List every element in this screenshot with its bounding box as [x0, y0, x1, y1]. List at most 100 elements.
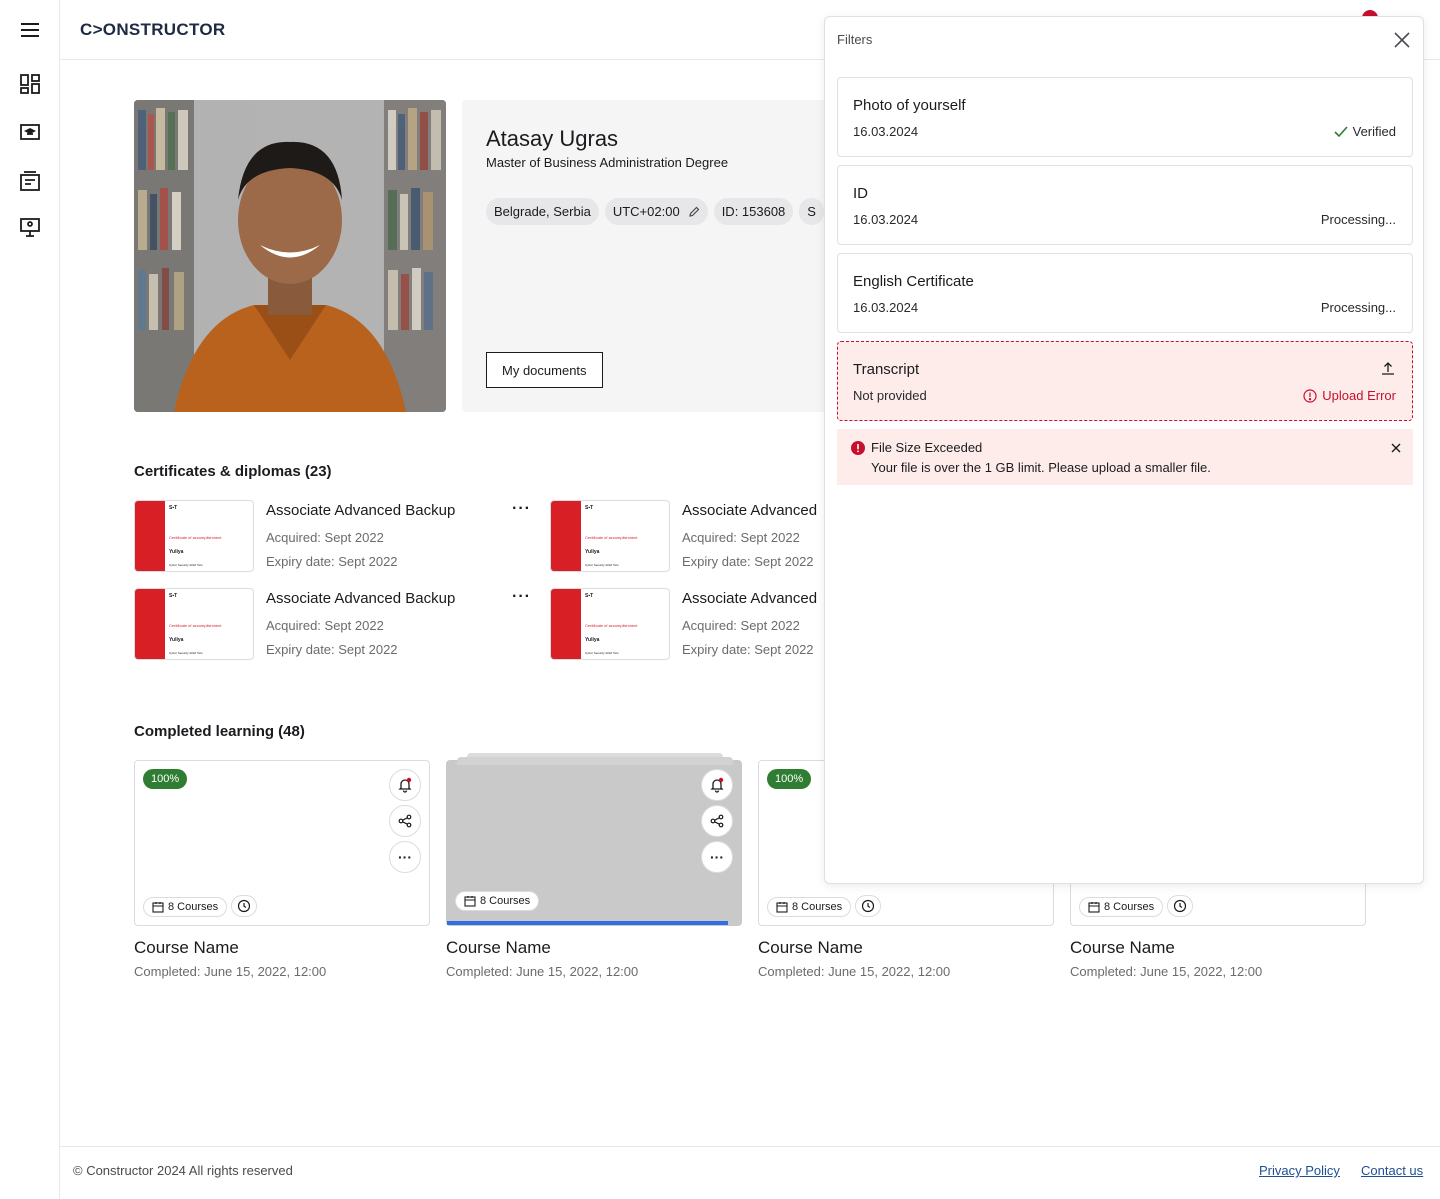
profile-chips: Belgrade, Serbia UTC+02:00 ID: 153608 S — [486, 198, 824, 225]
calendar-icon — [1088, 902, 1100, 913]
document-name: Photo of yourself — [853, 97, 966, 114]
certificate-thumb-recipient: Yuliya — [585, 637, 600, 643]
document-item-english-certificate[interactable]: English Certificate 16.03.2024 Processin… — [837, 253, 1413, 333]
course-progress-bar — [447, 921, 729, 925]
certificate-thumbnail[interactable]: S▪T Certificate of accomplishment Yuliya… — [134, 500, 254, 572]
course-card[interactable]: ··· 8 Courses — [446, 753, 742, 926]
certificate-thumb-brand: S▪T — [585, 593, 594, 599]
course-name[interactable]: Course Name — [446, 938, 742, 958]
courses-count-chip: 8 Courses — [767, 897, 852, 917]
extra-chip: S — [799, 198, 824, 225]
document-item-transcript[interactable]: Transcript Not provided Upload Error — [837, 341, 1413, 421]
bell-icon[interactable] — [701, 769, 733, 801]
document-status: Processing... — [1321, 212, 1396, 227]
courses-count-chip: 8 Courses — [1079, 897, 1164, 917]
more-options-icon[interactable]: ··· — [389, 841, 421, 873]
clock-icon — [855, 895, 881, 917]
copyright-text: © Constructor 2024 All rights reserved — [73, 1163, 293, 1178]
certificate-thumb-brand: S▪T — [169, 505, 178, 511]
alert-message: Your file is over the 1 GB limit. Please… — [871, 460, 1211, 475]
certificate-thumb-heading: Certificate of accomplishment — [585, 623, 638, 628]
document-date: 16.03.2024 — [853, 124, 919, 139]
document-item-photo[interactable]: Photo of yourself 16.03.2024 Verified — [837, 77, 1413, 157]
certificate-thumb-brand: S▪T — [585, 505, 594, 511]
alert-icon — [851, 441, 865, 455]
course-name[interactable]: Course Name — [134, 938, 430, 958]
certificate-thumbnail[interactable]: S▪T Certificate of accomplishment Yuliya… — [550, 588, 670, 660]
upload-icon[interactable] — [1380, 360, 1396, 376]
bell-icon[interactable] — [389, 769, 421, 801]
certificate-thumb-recipient: Yuliya — [169, 549, 184, 555]
privacy-policy-link[interactable]: Privacy Policy — [1259, 1163, 1340, 1178]
stack-layer — [457, 757, 733, 765]
certificate-thumbnail[interactable]: S▪T Certificate of accomplishment Yuliya… — [134, 588, 254, 660]
certificate-thumbnail[interactable]: S▪T Certificate of accomplishment Yuliya… — [550, 500, 670, 572]
my-documents-button[interactable]: My documents — [486, 352, 603, 388]
courses-count: 8 Courses — [1104, 901, 1155, 913]
checkmark-icon — [1334, 125, 1348, 137]
progress-badge: 100% — [767, 769, 812, 789]
share-icon[interactable] — [701, 805, 733, 837]
document-status: Upload Error — [1303, 388, 1396, 403]
certificate-item[interactable]: S▪T Certificate of accomplishment Yuliya… — [134, 500, 544, 572]
profile-photo — [134, 100, 446, 412]
constructor-logo[interactable]: C>ONSTRUCTOR — [80, 20, 225, 40]
menu-icon[interactable] — [19, 19, 41, 41]
certificate-item[interactable]: S▪T Certificate of accomplishment Yuliya… — [134, 588, 544, 660]
presentation-icon[interactable] — [19, 216, 41, 238]
document-status-text: Processing... — [1320, 212, 1396, 227]
certificate-title[interactable]: Associate Advanced Backup — [266, 502, 455, 519]
course-item[interactable]: ··· 8 Courses Course Name Completed: Jun… — [446, 753, 742, 979]
progress-badge: 100% — [143, 769, 188, 789]
certificate-acquired: Acquired: Sept 2022 — [266, 618, 384, 633]
more-options-icon[interactable]: ··· — [512, 500, 531, 518]
document-status: Processing... — [1321, 300, 1396, 315]
learning-icon[interactable] — [19, 121, 41, 143]
more-options-icon[interactable]: ··· — [701, 841, 733, 873]
document-status-text: Processing... — [1320, 300, 1396, 315]
more-options-icon[interactable]: ··· — [512, 588, 531, 606]
document-date: Not provided — [853, 388, 927, 403]
document-item-id[interactable]: ID 16.03.2024 Processing... — [837, 165, 1413, 245]
certificate-thumb-course: Cyber Security 2022 Test — [585, 651, 619, 655]
certificate-acquired: Acquired: Sept 2022 — [266, 530, 384, 545]
calendar-icon — [464, 896, 476, 907]
certificate-expiry: Expiry date: Sept 2022 — [682, 642, 814, 657]
profile-degree: Master of Business Administration Degree — [486, 155, 729, 170]
filters-title: Filters — [837, 32, 873, 47]
dashboard-icon[interactable] — [19, 73, 41, 95]
course-name[interactable]: Course Name — [758, 938, 1054, 958]
location-text: Belgrade, Serbia — [494, 204, 591, 219]
certificate-title[interactable]: Associate Advanced — [682, 590, 817, 607]
certificate-thumb-heading: Certificate of accomplishment — [169, 535, 222, 540]
catalog-icon[interactable] — [19, 170, 41, 192]
document-date: 16.03.2024 — [853, 212, 919, 227]
courses-count-chip: 8 Courses — [143, 897, 228, 917]
close-icon[interactable] — [1389, 441, 1403, 455]
id-chip: ID: 153608 — [713, 198, 794, 225]
course-card[interactable]: 100% ··· 8 Courses — [134, 760, 430, 926]
clock-icon — [231, 895, 257, 917]
calendar-icon — [152, 902, 164, 913]
profile-card: Atasay Ugras Master of Business Administ… — [462, 100, 842, 412]
share-icon[interactable] — [389, 805, 421, 837]
profile-name: Atasay Ugras — [486, 126, 619, 151]
alert-title: File Size Exceeded — [871, 440, 983, 455]
course-name[interactable]: Course Name — [1070, 938, 1366, 958]
document-name: Transcript — [853, 361, 920, 378]
course-completed-date: Completed: June 15, 2022, 12:00 — [134, 964, 327, 979]
certificate-acquired: Acquired: Sept 2022 — [682, 530, 800, 545]
timezone-chip[interactable]: UTC+02:00 — [604, 198, 708, 225]
certificate-thumb-recipient: Yuliya — [585, 549, 600, 555]
clock-icon — [1167, 895, 1193, 917]
pencil-icon[interactable] — [688, 206, 700, 218]
calendar-icon — [776, 902, 788, 913]
certificate-thumb-course: Cyber Security 2022 Test — [169, 651, 203, 655]
certificate-thumb-heading: Certificate of accomplishment — [169, 623, 222, 628]
certificate-title[interactable]: Associate Advanced Backup — [266, 590, 455, 607]
close-icon[interactable] — [1391, 29, 1413, 51]
certificate-title[interactable]: Associate Advanced — [682, 502, 817, 519]
contact-us-link[interactable]: Contact us — [1361, 1163, 1423, 1178]
course-item[interactable]: 100% ··· 8 Courses Course Name Completed… — [134, 760, 430, 979]
certificate-thumb-course: Cyber Security 2022 Test — [585, 563, 619, 567]
